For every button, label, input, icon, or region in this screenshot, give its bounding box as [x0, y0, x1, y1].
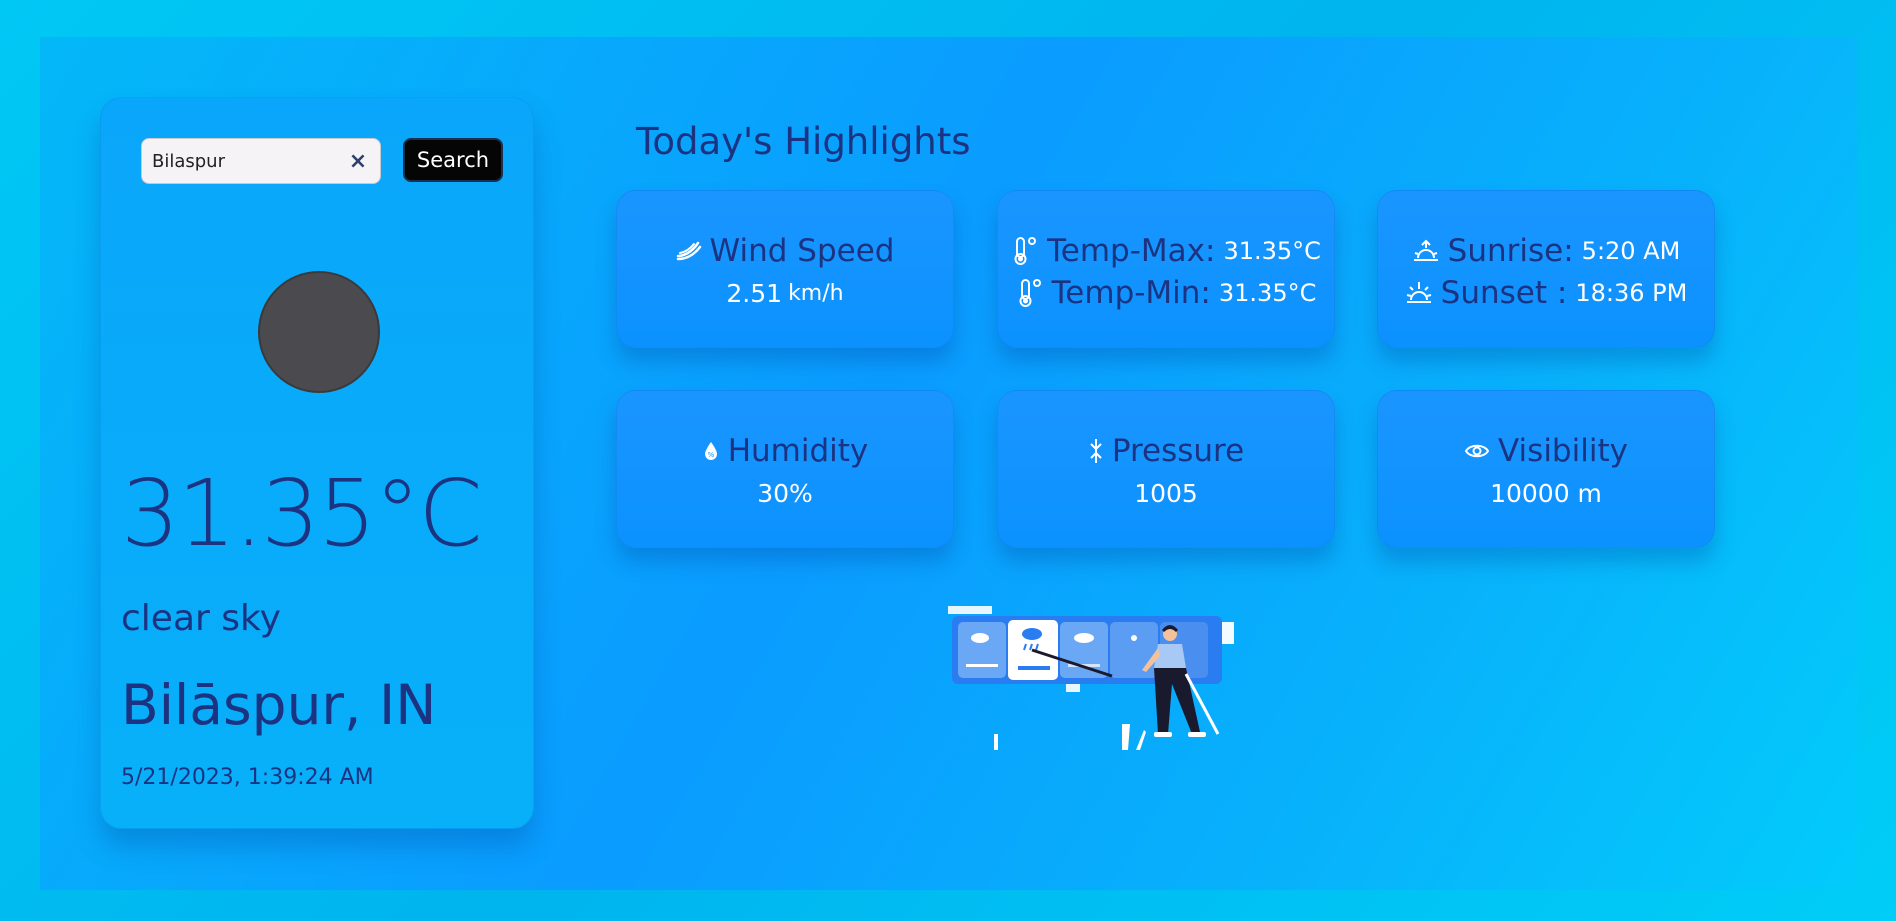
temperature-range-card: Temp-Max: 31.35°C Temp-Min: 31.35°C	[997, 190, 1335, 348]
sunrise-label: Sunrise:	[1447, 233, 1574, 269]
visibility-card: Visibility 10000 m	[1377, 390, 1715, 548]
temp-max-value: 31.35°C	[1223, 237, 1321, 265]
wind-speed-label: Wind Speed	[709, 233, 895, 269]
eye-icon	[1464, 442, 1490, 460]
humidity-value: 30%	[757, 479, 813, 508]
sunrise-icon	[1412, 238, 1440, 264]
visibility-value: 10000 m	[1490, 479, 1602, 508]
current-weather-panel: × Search 31.35°C clear sky Bilāspur, IN …	[100, 97, 534, 829]
local-datetime: 5/21/2023, 1:39:24 AM	[121, 765, 374, 790]
sunset-icon	[1405, 280, 1433, 306]
wind-speed-unit: km/h	[788, 281, 844, 306]
weather-dashboard-illustration	[946, 604, 1236, 774]
weather-condition-icon	[258, 271, 380, 393]
wind-speed-card: Wind Speed 2.51 km/h	[616, 190, 954, 348]
clear-icon[interactable]: ×	[346, 147, 370, 175]
temp-max-label: Temp-Max:	[1047, 233, 1216, 269]
weather-description: clear sky	[121, 598, 281, 639]
sunset-value: 18:36 PM	[1575, 279, 1688, 307]
humidity-card: % Humidity 30%	[616, 390, 954, 548]
thermometer-icon	[1011, 236, 1039, 266]
wind-icon	[676, 240, 702, 262]
sun-times-card: Sunrise: 5:20 AM Sunset : 18:36 PM	[1377, 190, 1715, 348]
highlights-title: Today's Highlights	[636, 120, 971, 163]
wind-speed-value: 2.51	[726, 279, 783, 308]
temp-min-label: Temp-Min:	[1051, 275, 1211, 311]
temp-min-value: 31.35°C	[1218, 279, 1317, 307]
search-field[interactable]: ×	[141, 138, 381, 184]
sunset-label: Sunset :	[1440, 275, 1568, 311]
location-name: Bilāspur, IN	[121, 673, 437, 737]
search-button[interactable]: Search	[403, 138, 503, 182]
thermometer-icon	[1016, 278, 1044, 308]
humidity-label: Humidity	[727, 433, 869, 469]
pressure-value: 1005	[1134, 479, 1198, 508]
humidity-icon: %	[702, 440, 720, 462]
current-temperature: 31.35°C	[121, 460, 483, 567]
pressure-card: Pressure 1005	[997, 390, 1335, 548]
svg-text:%: %	[707, 451, 714, 459]
visibility-label: Visibility	[1498, 433, 1628, 469]
pressure-icon	[1088, 438, 1104, 464]
sunrise-value: 5:20 AM	[1581, 237, 1681, 265]
search-input[interactable]	[150, 147, 344, 175]
pressure-label: Pressure	[1111, 433, 1245, 469]
